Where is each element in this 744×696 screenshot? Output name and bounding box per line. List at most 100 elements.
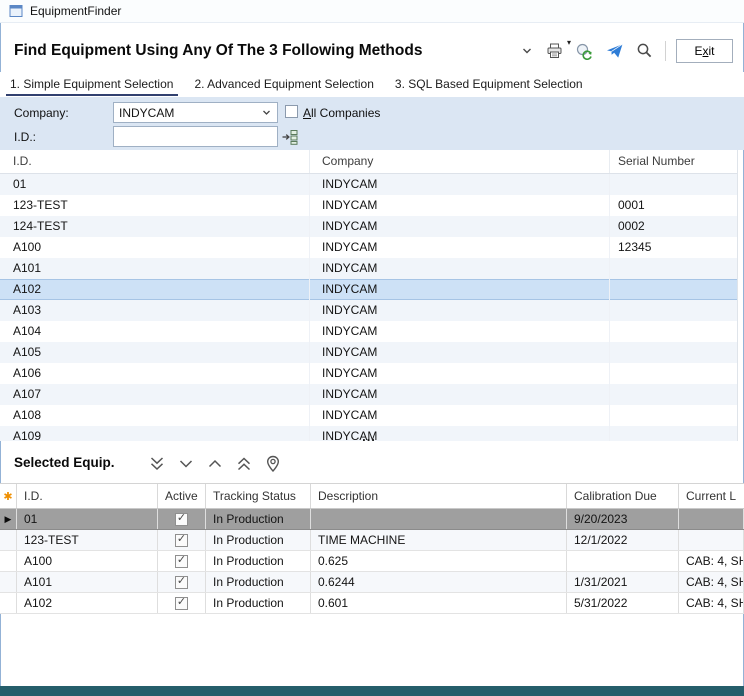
id-lookup-button[interactable] [281, 127, 301, 147]
equipment-row[interactable]: A106INDYCAM [0, 363, 737, 384]
cell-company: INDYCAM [310, 405, 610, 426]
company-dropdown[interactable]: INDYCAM [113, 102, 278, 123]
tab-sql-based-equipment-selection[interactable]: 3. SQL Based Equipment Selection [389, 72, 590, 97]
cell-serial-number [610, 300, 737, 321]
equipment-row[interactable]: A105INDYCAM [0, 342, 737, 363]
row-selector-cell [0, 530, 17, 550]
exit-label-post: it [709, 44, 715, 58]
cell-description: 0.601 [311, 593, 567, 613]
cell-company: INDYCAM [310, 300, 610, 321]
row-selector-cell: ▶ [0, 509, 17, 529]
column-header-active[interactable]: Active [158, 484, 206, 508]
cell-id: 01 [0, 174, 310, 195]
send-button[interactable] [603, 41, 627, 61]
selected-row[interactable]: 123-TEST✓In ProductionTIME MACHINE12/1/2… [0, 530, 744, 551]
cell-company: INDYCAM [310, 342, 610, 363]
column-header-id[interactable]: I.D. [17, 484, 158, 508]
exit-button[interactable]: Exit [676, 39, 733, 63]
equipment-row[interactable]: A102INDYCAM [0, 279, 737, 300]
equipment-grid-body: 01INDYCAM123-TESTINDYCAM0001124-TESTINDY… [0, 174, 737, 441]
cell-active: ✓ [158, 551, 206, 571]
cell-tracking-status: In Production [206, 530, 311, 550]
move-all-up-button[interactable] [231, 451, 256, 476]
equipment-row[interactable]: A109INDYCAM [0, 426, 737, 441]
equipment-row[interactable]: A108INDYCAM [0, 405, 737, 426]
id-input[interactable] [113, 126, 278, 147]
exit-label-pre: E [694, 44, 702, 58]
column-header-calibration-due[interactable]: Calibration Due [567, 484, 679, 508]
equipment-row[interactable]: 01INDYCAM [0, 174, 737, 195]
cell-active: ✓ [158, 530, 206, 550]
cell-serial-number: 12345 [610, 237, 737, 258]
active-checkbox[interactable]: ✓ [175, 534, 188, 547]
selected-row[interactable]: A101✓In Production0.62441/31/2021CAB: 4,… [0, 572, 744, 593]
equipment-row[interactable]: 124-TESTINDYCAM0002 [0, 216, 737, 237]
move-up-button[interactable] [202, 451, 227, 476]
chevron-down-icon [520, 44, 534, 58]
print-dropdown-caret-icon: ▾ [567, 38, 571, 47]
print-button[interactable]: ▾ [543, 41, 566, 61]
cell-company: INDYCAM [310, 321, 610, 342]
all-companies-checkbox[interactable] [285, 105, 298, 118]
header-toolbar: ▾ [518, 37, 733, 64]
equipment-row[interactable]: A107INDYCAM [0, 384, 737, 405]
chevron-down-icon [261, 107, 272, 118]
cell-id: A100 [17, 551, 158, 571]
column-header-company[interactable]: Company [310, 150, 610, 173]
title-bar: EquipmentFinder [0, 0, 744, 23]
check-icon: ✓ [177, 576, 186, 587]
cell-serial-number [610, 342, 737, 363]
selected-row[interactable]: ▶01✓In Production9/20/2023 [0, 509, 744, 530]
cell-id: A105 [0, 342, 310, 363]
active-checkbox[interactable]: ✓ [175, 597, 188, 610]
active-checkbox[interactable]: ✓ [175, 576, 188, 589]
cell-id: A102 [0, 279, 310, 300]
cell-company: INDYCAM [310, 384, 610, 405]
column-header-serial-number[interactable]: Serial Number [610, 150, 737, 173]
equipment-row[interactable]: A101INDYCAM [0, 258, 737, 279]
equipment-row[interactable]: A104INDYCAM [0, 321, 737, 342]
move-down-button[interactable] [173, 451, 198, 476]
selected-row[interactable]: A100✓In Production0.625CAB: 4, SH [0, 551, 744, 572]
column-header-id[interactable]: I.D. [0, 150, 310, 173]
active-checkbox[interactable]: ✓ [175, 555, 188, 568]
cell-active: ✓ [158, 509, 206, 529]
search-button[interactable] [634, 41, 655, 60]
chevron-up-icon [205, 454, 225, 474]
column-header-description[interactable]: Description [311, 484, 567, 508]
active-checkbox[interactable]: ✓ [175, 513, 188, 526]
selected-row[interactable]: A102✓In Production0.6015/31/2022CAB: 4, … [0, 593, 744, 614]
selected-equip-title: Selected Equip. [14, 455, 115, 470]
cell-current-location: CAB: 4, SH [679, 572, 744, 592]
id-label: I.D.: [14, 130, 36, 144]
cell-current-location: CAB: 4, SH [679, 593, 744, 613]
double-chevron-up-icon [234, 454, 254, 474]
selected-grid-body: ▶01✓In Production9/20/2023123-TEST✓In Pr… [0, 509, 744, 614]
tab-advanced-equipment-selection[interactable]: 2. Advanced Equipment Selection [188, 72, 380, 97]
refresh-data-button[interactable] [573, 41, 596, 61]
cell-id: 01 [17, 509, 158, 529]
equipment-row[interactable]: 123-TESTINDYCAM0001 [0, 195, 737, 216]
equipment-row[interactable]: A103INDYCAM [0, 300, 737, 321]
cell-id: A101 [0, 258, 310, 279]
cell-calibration-due: 9/20/2023 [567, 509, 679, 529]
selected-grid: ✱ I.D. Active Tracking Status Descriptio… [0, 483, 744, 614]
column-header-current-location[interactable]: Current L [679, 484, 744, 508]
cell-id: A103 [0, 300, 310, 321]
cell-company: INDYCAM [310, 195, 610, 216]
row-selector-cell [0, 593, 17, 613]
id-lookup-icon [281, 128, 301, 146]
cell-description: TIME MACHINE [311, 530, 567, 550]
equipment-row[interactable]: A100INDYCAM12345 [0, 237, 737, 258]
company-label: Company: [14, 106, 69, 120]
move-all-down-button[interactable] [144, 451, 169, 476]
cell-id: 123-TEST [17, 530, 158, 550]
locate-button[interactable] [260, 451, 285, 476]
column-header-tracking-status[interactable]: Tracking Status [206, 484, 311, 508]
company-dropdown-value: INDYCAM [119, 106, 261, 120]
tab-simple-equipment-selection[interactable]: 1. Simple Equipment Selection [4, 72, 180, 97]
dropdown-chevron-button[interactable] [518, 43, 536, 59]
cell-description: 0.6244 [311, 572, 567, 592]
cell-serial-number [610, 279, 737, 300]
cell-serial-number [610, 321, 737, 342]
